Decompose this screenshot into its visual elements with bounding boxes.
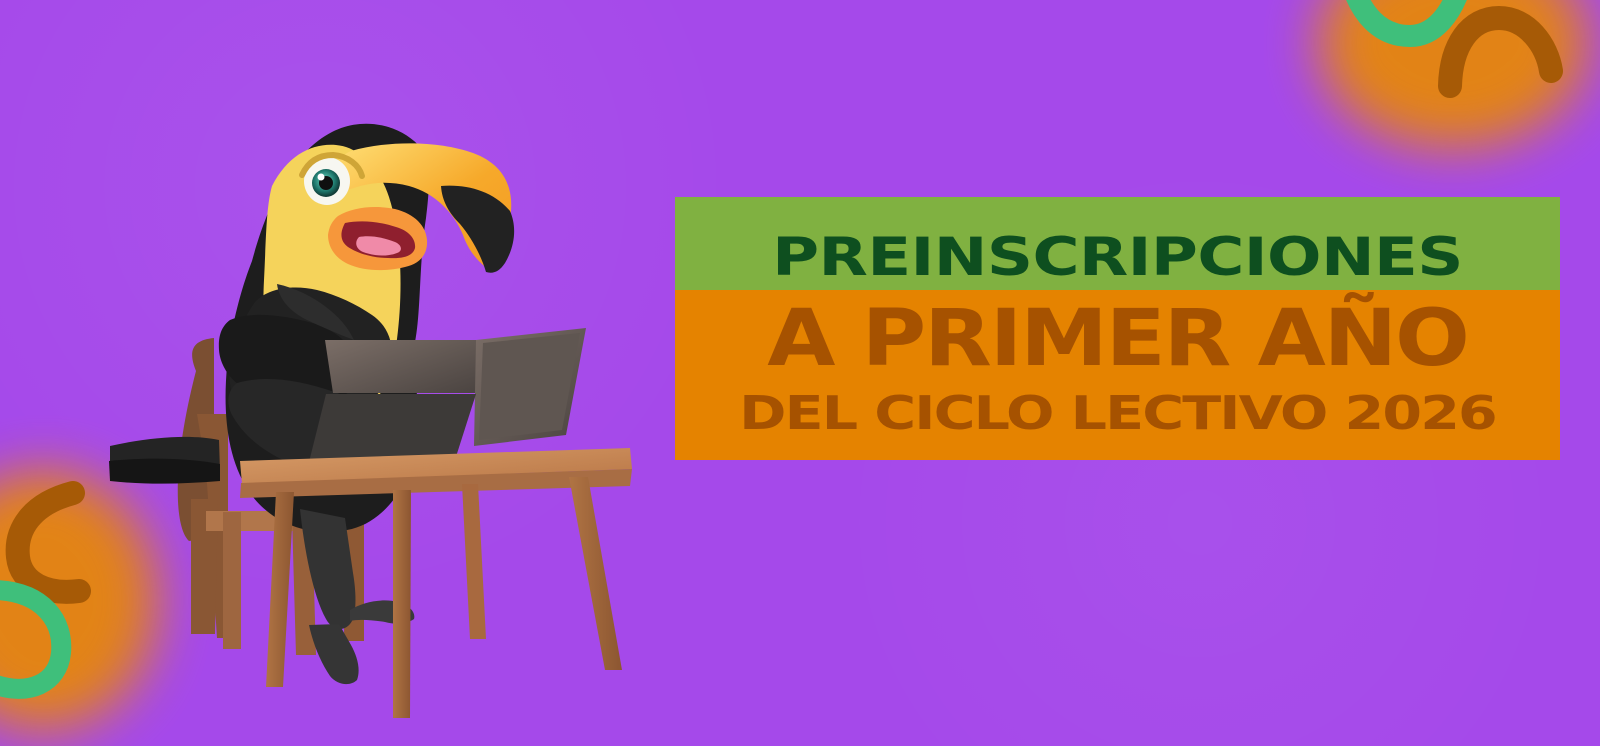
title-banner: PREINSCRIPCIONES A PRIMER AÑO DEL CICLO …: [675, 197, 1560, 460]
banner-canvas: PREINSCRIPCIONES A PRIMER AÑO DEL CICLO …: [0, 0, 1600, 746]
headline-primer-ano: A PRIMER AÑO: [767, 294, 1470, 384]
headline-ciclo-lectivo: DEL CICLO LECTIVO 2026: [739, 386, 1498, 440]
headline-preinscripciones: PREINSCRIPCIONES: [772, 227, 1463, 288]
top-right-orange-glow: [1318, 0, 1588, 148]
